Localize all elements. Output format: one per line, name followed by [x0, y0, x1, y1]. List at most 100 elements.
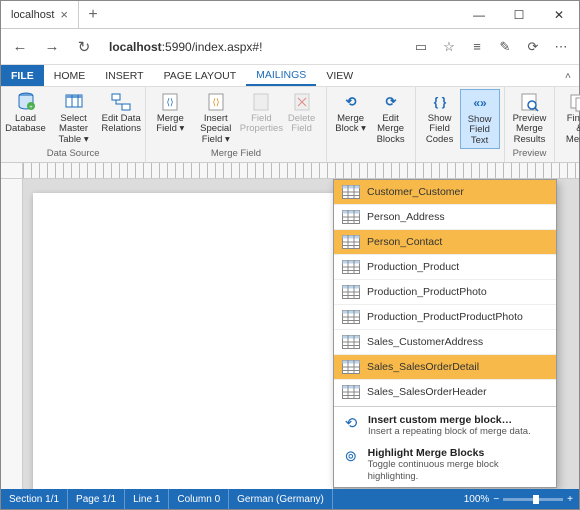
- svg-text:⟨⟩: ⟨⟩: [212, 97, 219, 107]
- ribbon-collapse-icon[interactable]: ˄: [557, 65, 579, 86]
- insert-custom-merge-block-item[interactable]: ⟲ Insert custom merge block… Insert a re…: [334, 409, 556, 442]
- status-page[interactable]: Page 1/1: [68, 489, 125, 509]
- browser-titlebar: localhost × + — ☐ ✕: [1, 1, 579, 29]
- svg-text:⟳: ⟳: [385, 94, 396, 109]
- table-icon: [342, 285, 360, 299]
- note-icon[interactable]: ✎: [493, 35, 517, 59]
- status-language[interactable]: German (Germany): [229, 489, 333, 509]
- status-column[interactable]: Column 0: [169, 489, 229, 509]
- svg-text:⟨⟩: ⟨⟩: [167, 97, 174, 107]
- merge-block-item[interactable]: Sales_SalesOrderHeader: [334, 379, 556, 404]
- merge-block-item-label: Sales_CustomerAddress: [367, 336, 483, 348]
- table-icon: [342, 385, 360, 399]
- insert-special-field-button[interactable]: ⟨⟩ Insert Special Field ▾: [190, 89, 241, 147]
- merge-block-item[interactable]: Production_Product: [334, 254, 556, 279]
- tab-title: localhost: [11, 9, 54, 21]
- merge-block-item[interactable]: Production_ProductPhoto: [334, 279, 556, 304]
- address-path: :5990/index.aspx#!: [162, 40, 263, 54]
- back-button[interactable]: ←: [7, 34, 33, 60]
- merge-field-button[interactable]: ⟨⟩ Merge Field ▾: [150, 89, 190, 147]
- merge-block-item-label: Production_Product: [367, 261, 459, 273]
- merge-block-item[interactable]: Production_ProductProductPhoto: [334, 304, 556, 329]
- table-icon: [342, 260, 360, 274]
- merge-block-item[interactable]: Customer_Customer: [334, 180, 556, 204]
- merge-block-item-label: Sales_SalesOrderHeader: [367, 386, 487, 398]
- svg-text:+: +: [29, 105, 33, 111]
- reading-view-icon[interactable]: ▭: [409, 35, 433, 59]
- zoom-out-button[interactable]: −: [493, 494, 499, 505]
- edit-merge-blocks-button[interactable]: ⟳ Edit Merge Blocks: [371, 89, 411, 147]
- merge-block-item-label: Production_ProductProductPhoto: [367, 311, 523, 323]
- highlight-icon: ⊚: [342, 447, 360, 465]
- merge-block-item-label: Sales_SalesOrderDetail: [367, 361, 479, 373]
- action-subtitle: Toggle continuous merge block highlighti…: [368, 459, 548, 482]
- relations-icon: [110, 91, 132, 113]
- field-prop-icon: [250, 91, 272, 113]
- edit-data-relations-button[interactable]: Edit Data Relations: [101, 89, 141, 147]
- hub-icon[interactable]: ≡: [465, 35, 489, 59]
- zoom-slider[interactable]: [503, 498, 563, 501]
- preview-icon: [518, 91, 540, 113]
- table-icon: [342, 360, 360, 374]
- browser-tab[interactable]: localhost ×: [1, 1, 79, 28]
- vertical-ruler: [1, 179, 23, 489]
- tab-page-layout[interactable]: PAGE LAYOUT: [154, 65, 247, 86]
- close-tab-icon[interactable]: ×: [60, 7, 68, 22]
- merge-block-item[interactable]: Person_Address: [334, 204, 556, 229]
- tab-insert[interactable]: INSERT: [95, 65, 153, 86]
- svg-text:⟲: ⟲: [345, 94, 356, 109]
- more-icon[interactable]: ⋯: [549, 35, 573, 59]
- delete-field-icon: [291, 91, 313, 113]
- field-codes-icon: { }: [429, 91, 451, 113]
- finish-merge-button[interactable]: Finish & Merge: [559, 89, 580, 147]
- zoom-in-button[interactable]: +: [567, 494, 573, 505]
- tab-file[interactable]: FILE: [1, 65, 44, 86]
- close-window-button[interactable]: ✕: [539, 1, 579, 28]
- address-bar: ← → ↻ localhost:5990/index.aspx#! ▭ ☆ ≡ …: [1, 29, 579, 65]
- delete-field-button: Delete Field: [282, 89, 322, 147]
- preview-merge-results-button[interactable]: Preview Merge Results: [509, 89, 551, 147]
- show-field-codes-button[interactable]: { } Show Field Codes: [420, 89, 460, 149]
- minimize-button[interactable]: —: [459, 1, 499, 28]
- status-line[interactable]: Line 1: [125, 489, 169, 509]
- svg-text:{ }: { }: [433, 95, 446, 109]
- merge-block-item-label: Production_ProductPhoto: [367, 286, 487, 298]
- forward-button[interactable]: →: [39, 34, 65, 60]
- new-tab-button[interactable]: +: [79, 1, 107, 28]
- maximize-button[interactable]: ☐: [499, 1, 539, 28]
- status-section[interactable]: Section 1/1: [1, 489, 68, 509]
- table-icon: [342, 185, 360, 199]
- tab-home[interactable]: HOME: [44, 65, 96, 86]
- special-field-icon: ⟨⟩: [205, 91, 227, 113]
- status-bar: Section 1/1 Page 1/1 Line 1 Column 0 Ger…: [1, 489, 579, 509]
- address-host: localhost: [109, 40, 162, 54]
- merge-block-item-label: Person_Contact: [367, 236, 442, 248]
- highlight-merge-blocks-item[interactable]: ⊚ Highlight Merge Blocks Toggle continuo…: [334, 442, 556, 487]
- share-icon[interactable]: ⟳: [521, 35, 545, 59]
- merge-block-button[interactable]: ⟲ Merge Block ▾: [331, 89, 371, 147]
- load-database-button[interactable]: + Load Database: [5, 89, 46, 147]
- refresh-button[interactable]: ↻: [71, 34, 97, 60]
- action-subtitle: Insert a repeating block of merge data.: [368, 426, 531, 437]
- merge-block-item[interactable]: Sales_CustomerAddress: [334, 329, 556, 354]
- merge-block-item[interactable]: Sales_SalesOrderDetail: [334, 354, 556, 379]
- merge-block-dropdown: Customer_Customer Person_Address Person_Co…: [333, 179, 557, 488]
- favorite-icon[interactable]: ☆: [437, 35, 461, 59]
- merge-field-icon: ⟨⟩: [159, 91, 181, 113]
- tab-view[interactable]: VIEW: [316, 65, 363, 86]
- field-text-icon: «»: [469, 92, 491, 114]
- horizontal-ruler: [1, 163, 579, 179]
- group-label-preview: Preview: [509, 147, 551, 160]
- document-page[interactable]: [33, 193, 333, 489]
- finish-icon: [568, 91, 580, 113]
- tab-mailings[interactable]: MAILINGS: [246, 65, 316, 86]
- merge-block-item-label: Customer_Customer: [367, 186, 464, 198]
- insert-block-icon: ⟲: [342, 414, 360, 432]
- ribbon: + Load Database Select Master Table ▾ Ed…: [1, 87, 579, 163]
- select-master-table-button[interactable]: Select Master Table ▾: [46, 89, 101, 147]
- table-icon: [342, 210, 360, 224]
- ribbon-tabs: FILE HOME INSERT PAGE LAYOUT MAILINGS VI…: [1, 65, 579, 87]
- address-field[interactable]: localhost:5990/index.aspx#!: [103, 35, 403, 59]
- show-field-text-button[interactable]: «» Show Field Text: [460, 89, 500, 149]
- merge-block-item[interactable]: Person_Contact: [334, 229, 556, 254]
